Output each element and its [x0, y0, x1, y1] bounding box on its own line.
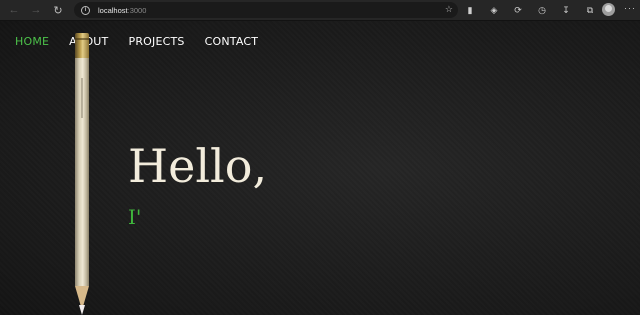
url-text[interactable]: localhost:3000	[98, 6, 146, 15]
browser-toolbar: ← → ↻ i localhost:3000 ☆ ▮ ◈ ⟳ ◷ ↧ ⧉ ···	[0, 0, 640, 21]
collections-icon[interactable]: ⧉	[584, 4, 596, 16]
pencil-body	[75, 58, 89, 286]
reload-icon[interactable]: ↻	[50, 2, 66, 18]
portfolio-page: HOME ABOUT PROJECTS CONTACT Hello, I'	[0, 21, 640, 315]
nav-item-contact[interactable]: CONTACT	[205, 35, 259, 48]
sync-icon[interactable]: ⟳	[512, 4, 524, 16]
extension-icon[interactable]: ◈	[488, 4, 500, 16]
hero-greeting: Hello,	[128, 139, 268, 193]
more-options-icon[interactable]: ···	[624, 3, 636, 13]
reading-list-icon[interactable]: ▮	[464, 4, 476, 16]
download-icon[interactable]: ↧	[560, 4, 572, 16]
add-favorite-icon[interactable]: ☆	[445, 4, 453, 15]
main-nav: HOME ABOUT PROJECTS CONTACT	[15, 35, 258, 48]
address-bar[interactable]: i localhost:3000 ☆	[74, 2, 458, 18]
pencil-lead	[79, 305, 85, 315]
history-icon[interactable]: ◷	[536, 4, 548, 16]
profile-avatar[interactable]	[602, 3, 615, 16]
nav-item-projects[interactable]: PROJECTS	[128, 35, 184, 48]
toolbar-icons: ▮ ◈ ⟳ ◷ ↧ ⧉	[464, 2, 608, 18]
hero-typed-text: I'	[128, 205, 142, 229]
site-info-icon[interactable]: i	[81, 5, 90, 15]
forward-arrow-icon[interactable]: →	[28, 2, 44, 18]
nav-item-home[interactable]: HOME	[15, 35, 49, 48]
back-arrow-icon[interactable]: ←	[6, 2, 22, 18]
pencil-cap	[75, 33, 89, 58]
url-host: localhost	[98, 5, 128, 15]
url-port: :3000	[127, 5, 147, 15]
pencil-image	[74, 33, 90, 315]
